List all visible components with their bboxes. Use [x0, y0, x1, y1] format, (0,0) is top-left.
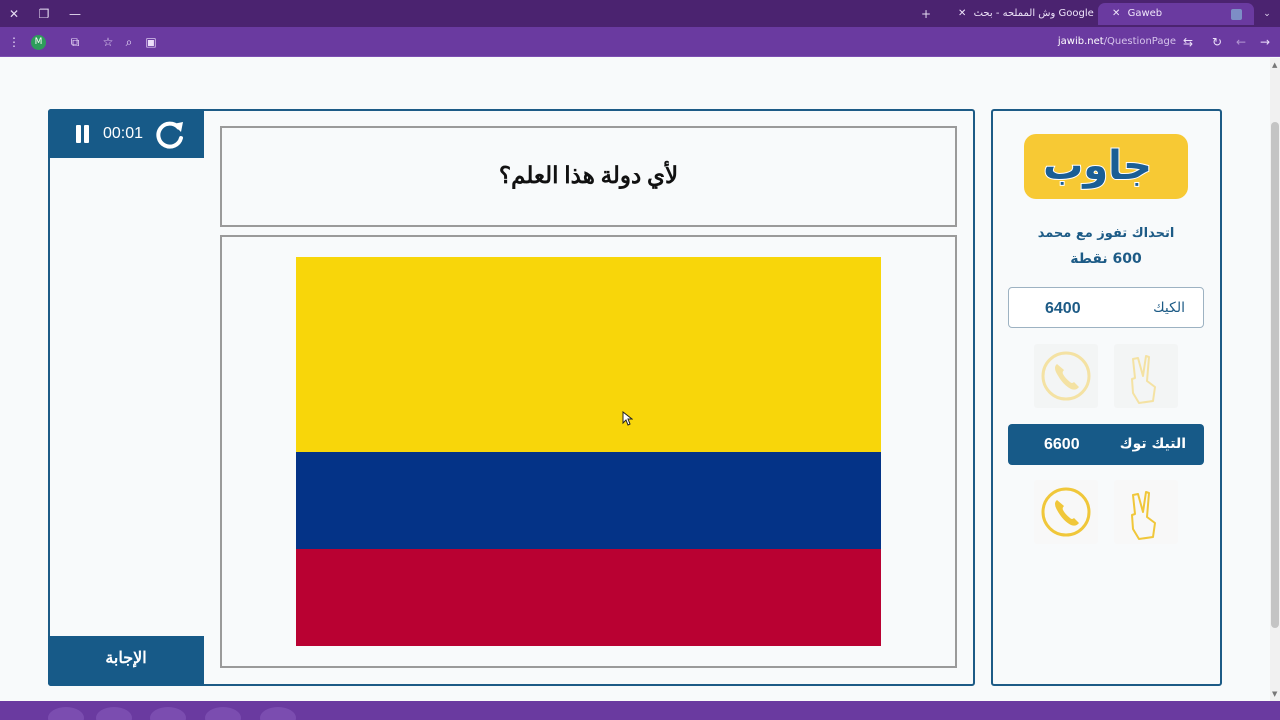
tab-search-chevron-icon[interactable]: ⌄: [1258, 5, 1276, 23]
tab-title: وش المملحه - بحث Google: [973, 8, 1094, 19]
question-points: 600 نقطة: [1070, 251, 1142, 267]
bookmark-star-icon[interactable]: ☆: [99, 33, 117, 51]
question-text: لأي دولة هذا العلم؟: [498, 163, 679, 188]
flag-stripe: [296, 452, 881, 549]
close-tab-icon[interactable]: ✕: [958, 3, 966, 25]
team-name: الكيك: [1153, 300, 1185, 316]
forward-arrow-icon[interactable]: ←: [1232, 33, 1250, 51]
flag-stripe: [296, 257, 881, 452]
team-score: 6400: [1045, 300, 1081, 317]
close-window-icon[interactable]: ✕: [5, 5, 23, 23]
scroll-up-arrow-icon[interactable]: ▲: [1272, 62, 1279, 69]
close-tab-icon[interactable]: ✕: [1112, 3, 1120, 25]
reload-icon[interactable]: ↻: [1208, 33, 1226, 51]
challenge-text: اتحداك تفوز مع محمد: [1037, 226, 1175, 241]
footer-strip: [0, 701, 1280, 720]
url-path: /QuestionPage: [1103, 36, 1176, 47]
install-app-icon[interactable]: ▣: [142, 33, 160, 51]
team-2-two-answers-lifeline[interactable]: [1114, 480, 1178, 544]
team-1-two-answers-lifeline[interactable]: [1114, 344, 1178, 408]
mouse-cursor-icon: [622, 411, 633, 426]
new-tab-icon[interactable]: +: [917, 5, 935, 23]
extensions-icon[interactable]: ⧉: [66, 33, 84, 51]
logo-text: جاوب: [1042, 142, 1153, 190]
flag-image: [296, 257, 881, 646]
team-name: التيك توك: [1119, 436, 1186, 452]
menu-kebab-icon[interactable]: ⋮: [5, 33, 23, 51]
pause-icon[interactable]: [76, 125, 90, 143]
team-2-call-friend-lifeline[interactable]: [1034, 480, 1098, 544]
back-arrow-icon[interactable]: →: [1256, 33, 1274, 51]
address-bar[interactable]: jawib.net/QuestionPage: [1000, 33, 1176, 51]
timer-display: 00:01: [103, 125, 144, 142]
restart-timer-icon[interactable]: [153, 118, 187, 152]
peace-hand-icon: [1131, 355, 1156, 404]
url-host: jawib.net: [1057, 36, 1104, 47]
phone-icon: [1041, 487, 1091, 537]
tab-title: Gaweb: [1127, 8, 1163, 19]
phone-icon: [1041, 351, 1091, 401]
scroll-down-arrow-icon[interactable]: ▼: [1272, 691, 1279, 698]
restore-window-icon[interactable]: ❐: [35, 5, 53, 23]
team-score: 6600: [1044, 436, 1080, 453]
team-card-1[interactable]: الكيك 6400: [1008, 287, 1204, 328]
site-settings-icon[interactable]: ⇆: [1179, 33, 1197, 51]
team-1-call-friend-lifeline[interactable]: [1034, 344, 1098, 408]
scrollbar-thumb[interactable]: [1271, 122, 1279, 628]
flag-stripe: [296, 549, 881, 646]
gaweb-favicon-icon: [1231, 9, 1242, 20]
zoom-icon[interactable]: ⌕: [120, 33, 138, 51]
team-card-2[interactable]: التيك توك 6600: [1008, 424, 1204, 465]
tab-google-search[interactable]: ✕ وش المملحه - بحث Google: [944, 3, 1112, 25]
profile-avatar[interactable]: M: [31, 35, 46, 50]
peace-hand-icon: [1131, 491, 1156, 540]
show-answer-button[interactable]: الإجابة: [48, 636, 204, 686]
minimize-window-icon[interactable]: —: [66, 5, 84, 23]
browser-titlebar: ✕ ❐ — + ✕ وش المملحه - بحث Google ✕ Gawe…: [0, 0, 1280, 27]
tab-gaweb[interactable]: ✕ Gaweb: [1098, 3, 1254, 25]
